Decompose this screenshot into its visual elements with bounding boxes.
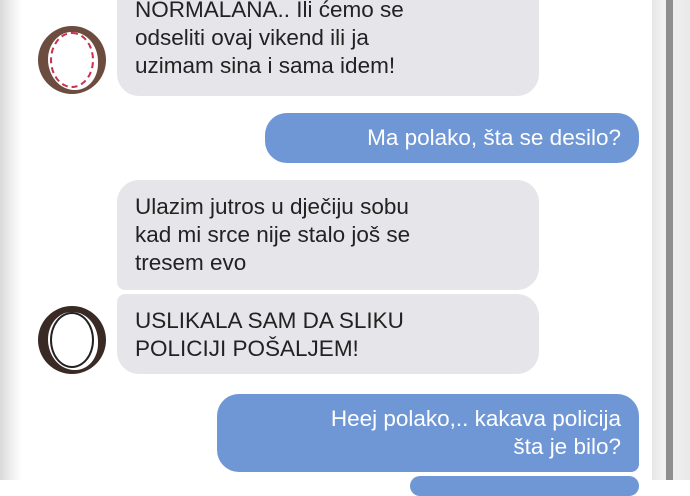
avatar-scribble xyxy=(50,32,94,88)
message-outgoing[interactable]: Ma polako, šta se desilo? xyxy=(265,113,639,163)
chat-thread[interactable]: NORMALANA.. Ili ćemo se odseliti ovaj vi… xyxy=(0,0,652,496)
contact-avatar[interactable] xyxy=(38,26,106,94)
message-incoming[interactable]: USLIKALA SAM DA SLIKU POLICIJI POŠALJEM! xyxy=(117,294,539,374)
message-incoming[interactable]: Ulazim jutros u dječiju sobu kad mi srce… xyxy=(117,180,539,290)
message-incoming[interactable]: NORMALANA.. Ili ćemo se odseliti ovaj vi… xyxy=(117,0,539,96)
scrollbar-thumb[interactable] xyxy=(666,0,673,480)
scrollbar-track[interactable] xyxy=(652,0,690,480)
message-outgoing-partial[interactable] xyxy=(410,476,639,496)
contact-avatar[interactable] xyxy=(38,306,106,374)
message-outgoing[interactable]: Heej polako,.. kakava policija šta je bi… xyxy=(217,394,639,472)
avatar-scribble xyxy=(50,312,94,368)
